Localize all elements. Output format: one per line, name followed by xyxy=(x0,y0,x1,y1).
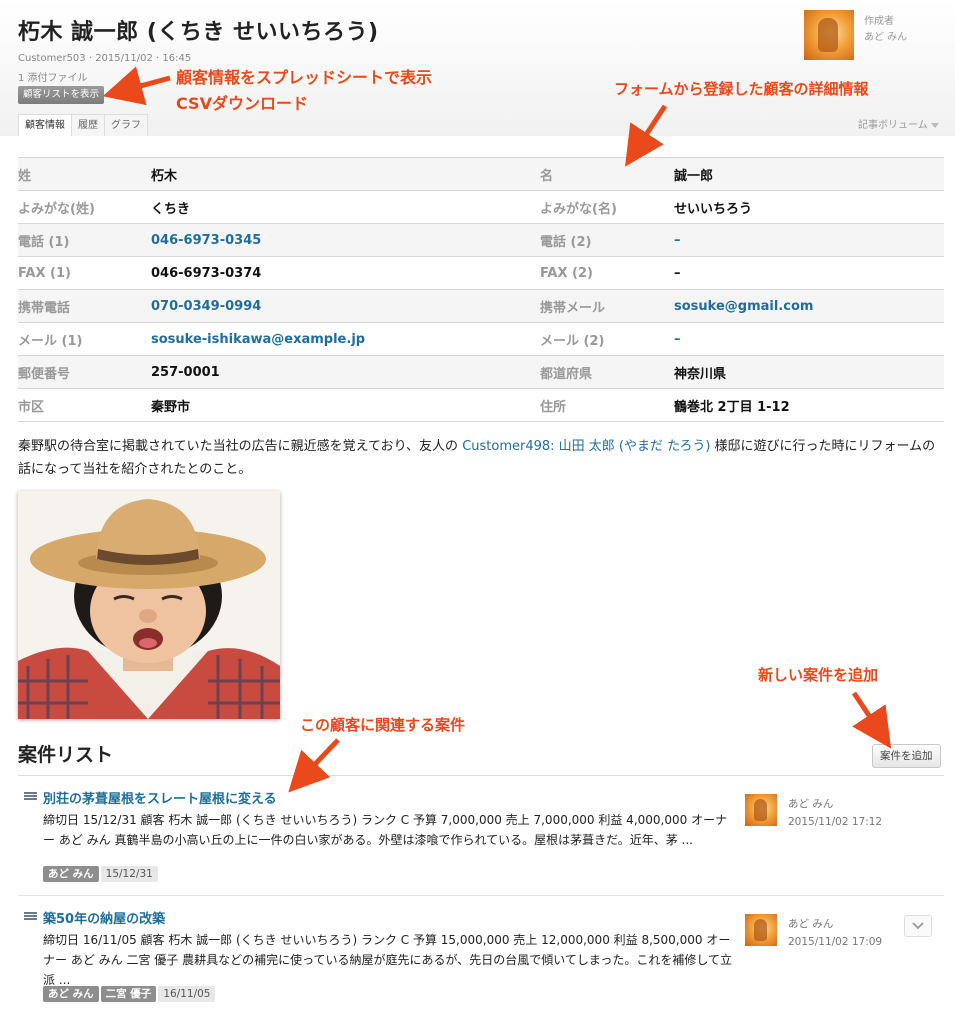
annotation-arrows xyxy=(102,66,892,793)
arrow-icon xyxy=(624,104,668,167)
arrow-icon xyxy=(851,691,892,749)
arrow-icon xyxy=(288,738,340,793)
arrow-icon xyxy=(102,66,171,106)
